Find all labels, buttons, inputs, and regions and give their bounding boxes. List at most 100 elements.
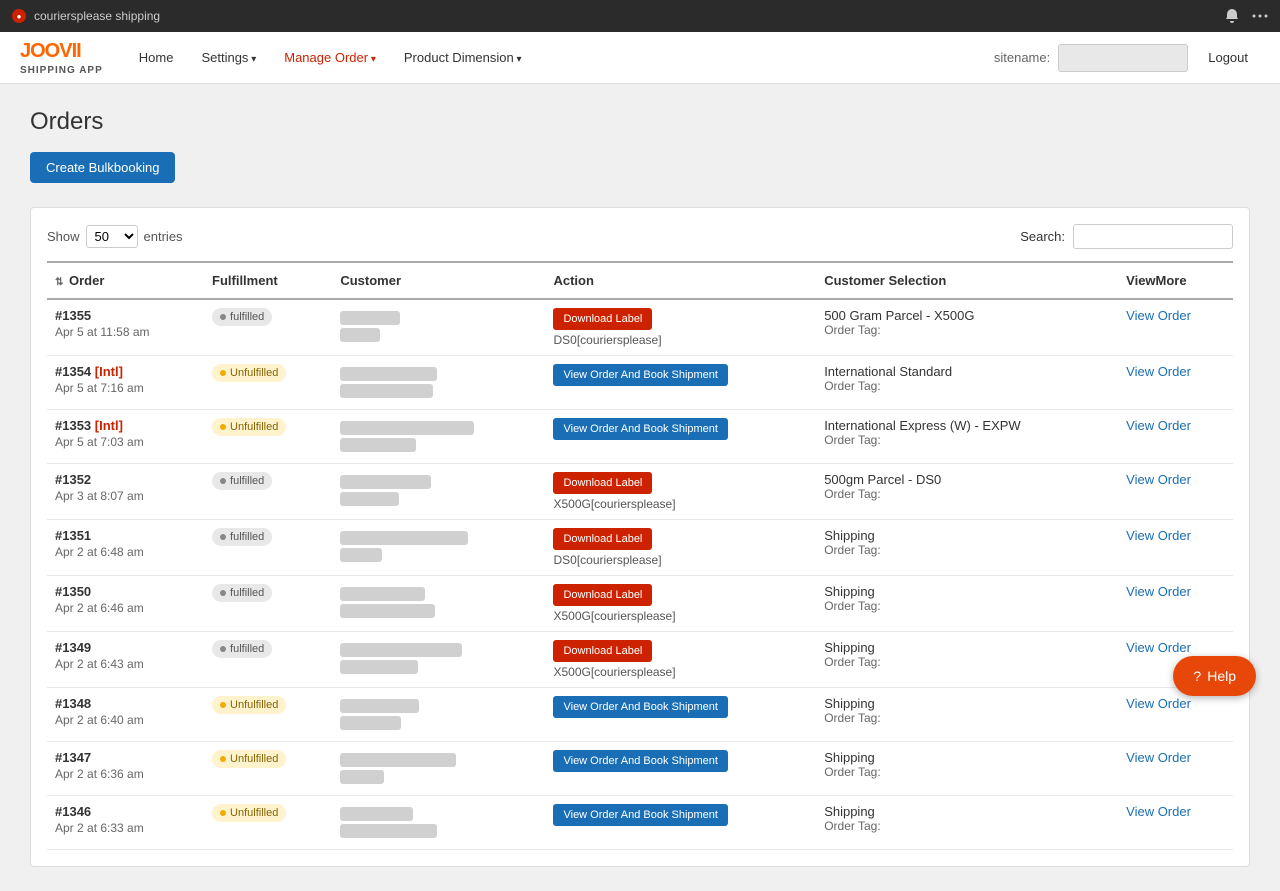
action-sub: X500G[couriersplease] bbox=[553, 609, 808, 623]
order-cell: #1352 Apr 3 at 8:07 am bbox=[47, 464, 204, 520]
create-bulkbooking-button[interactable]: Create Bulkbooking bbox=[30, 152, 175, 183]
view-order-link[interactable]: View Order bbox=[1126, 528, 1191, 543]
logout-button[interactable]: Logout bbox=[1196, 46, 1260, 69]
titlebar: ● couriersplease shipping bbox=[0, 0, 1280, 32]
status-badge: fulfilled bbox=[212, 584, 272, 602]
order-date: Apr 5 at 11:58 am bbox=[55, 325, 196, 339]
brand-logo: JOOVII bbox=[20, 40, 103, 63]
download-label-button[interactable]: Download Label bbox=[553, 472, 652, 494]
customer-bar-1 bbox=[340, 421, 474, 435]
col-viewmore: ViewMore bbox=[1118, 262, 1233, 299]
nav-home[interactable]: Home bbox=[127, 44, 186, 71]
order-date: Apr 2 at 6:48 am bbox=[55, 545, 196, 559]
customer-bar-1 bbox=[340, 367, 437, 381]
status-dot bbox=[220, 534, 226, 540]
nav-manage-order[interactable]: Manage Order bbox=[272, 44, 388, 71]
customer-bar-1 bbox=[340, 531, 468, 545]
download-label-button[interactable]: Download Label bbox=[553, 584, 652, 606]
order-cell: #1348 Apr 2 at 6:40 am bbox=[47, 688, 204, 742]
nav-product-dimension[interactable]: Product Dimension bbox=[392, 44, 534, 71]
view-order-link[interactable]: View Order bbox=[1126, 804, 1191, 819]
view-order-link[interactable]: View Order bbox=[1126, 584, 1191, 599]
order-date: Apr 2 at 6:40 am bbox=[55, 713, 196, 727]
sitename-input[interactable] bbox=[1058, 44, 1188, 72]
selection-sub: Order Tag: bbox=[824, 487, 1110, 501]
customer-bar-1 bbox=[340, 807, 413, 821]
view-book-shipment-button[interactable]: View Order And Book Shipment bbox=[553, 418, 728, 440]
titlebar-left: ● couriersplease shipping bbox=[12, 9, 160, 23]
sitename-label: sitename: bbox=[994, 50, 1050, 65]
help-button[interactable]: ? Help bbox=[1173, 656, 1256, 696]
order-id: #1355 bbox=[55, 308, 196, 323]
nav-settings[interactable]: Settings bbox=[189, 44, 268, 71]
order-date: Apr 5 at 7:16 am bbox=[55, 381, 196, 395]
action-sub: X500G[couriersplease] bbox=[553, 497, 808, 511]
customer-cell bbox=[332, 520, 545, 576]
col-order[interactable]: ⇅ Order bbox=[47, 262, 204, 299]
table-header: ⇅ Order Fulfillment Customer Action Cust… bbox=[47, 262, 1233, 299]
order-id: #1347 bbox=[55, 750, 196, 765]
customer-selection-cell: International Express (W) - EXPW Order T… bbox=[816, 410, 1118, 464]
entries-select[interactable]: 50 25 100 bbox=[86, 225, 138, 248]
action-cell: View Order And Book Shipment bbox=[545, 356, 816, 410]
customer-bar-1 bbox=[340, 753, 456, 767]
customer-bar-1 bbox=[340, 699, 419, 713]
viewmore-cell: View Order bbox=[1118, 520, 1233, 576]
table-row: #1350 Apr 2 at 6:46 am fulfilled Downloa… bbox=[47, 576, 1233, 632]
view-book-shipment-button[interactable]: View Order And Book Shipment bbox=[553, 804, 728, 826]
fulfillment-cell: fulfilled bbox=[204, 632, 332, 688]
more-icon[interactable] bbox=[1252, 8, 1268, 24]
customer-bar-2 bbox=[340, 492, 399, 506]
view-book-shipment-button[interactable]: View Order And Book Shipment bbox=[553, 696, 728, 718]
view-order-link[interactable]: View Order bbox=[1126, 418, 1191, 433]
customer-selection-cell: Shipping Order Tag: bbox=[816, 742, 1118, 796]
order-date: Apr 2 at 6:46 am bbox=[55, 601, 196, 615]
view-order-link[interactable]: View Order bbox=[1126, 696, 1191, 711]
show-entries: Show 50 25 100 entries bbox=[47, 225, 183, 248]
table-row: #1351 Apr 2 at 6:48 am fulfilled Downloa… bbox=[47, 520, 1233, 576]
table-row: #1354 [Intl] Apr 5 at 7:16 am Unfulfille… bbox=[47, 356, 1233, 410]
download-label-button[interactable]: Download Label bbox=[553, 640, 652, 662]
fulfillment-cell: fulfilled bbox=[204, 520, 332, 576]
selection-sub: Order Tag: bbox=[824, 379, 1110, 393]
customer-selection-cell: 500 Gram Parcel - X500G Order Tag: bbox=[816, 299, 1118, 356]
table-row: #1352 Apr 3 at 8:07 am fulfilled Downloa… bbox=[47, 464, 1233, 520]
view-book-shipment-button[interactable]: View Order And Book Shipment bbox=[553, 750, 728, 772]
download-label-button[interactable]: Download Label bbox=[553, 528, 652, 550]
selection-sub: Order Tag: bbox=[824, 819, 1110, 833]
table-row: #1347 Apr 2 at 6:36 am Unfulfilled View … bbox=[47, 742, 1233, 796]
customer-cell bbox=[332, 688, 545, 742]
view-order-link[interactable]: View Order bbox=[1126, 472, 1191, 487]
status-dot bbox=[220, 702, 226, 708]
customer-bar-2 bbox=[340, 328, 380, 342]
viewmore-cell: View Order bbox=[1118, 796, 1233, 850]
search-input[interactable] bbox=[1073, 224, 1233, 249]
customer-selection-cell: International Standard Order Tag: bbox=[816, 356, 1118, 410]
view-order-link[interactable]: View Order bbox=[1126, 364, 1191, 379]
bell-icon[interactable] bbox=[1224, 8, 1240, 24]
order-date: Apr 2 at 6:36 am bbox=[55, 767, 196, 781]
viewmore-cell: View Order bbox=[1118, 742, 1233, 796]
fulfillment-cell: Unfulfilled bbox=[204, 410, 332, 464]
customer-selection-cell: Shipping Order Tag: bbox=[816, 796, 1118, 850]
status-dot bbox=[220, 590, 226, 596]
view-book-shipment-button[interactable]: View Order And Book Shipment bbox=[553, 364, 728, 386]
table-controls: Show 50 25 100 entries Search: bbox=[47, 224, 1233, 249]
action-sub: X500G[couriersplease] bbox=[553, 665, 808, 679]
status-badge: fulfilled bbox=[212, 472, 272, 490]
status-badge: Unfulfilled bbox=[212, 750, 286, 768]
fulfillment-cell: Unfulfilled bbox=[204, 742, 332, 796]
nav-right: sitename: Logout bbox=[994, 44, 1260, 72]
download-label-button[interactable]: Download Label bbox=[553, 308, 652, 330]
status-dot bbox=[220, 314, 226, 320]
col-customer-selection: Customer Selection bbox=[816, 262, 1118, 299]
view-order-link[interactable]: View Order bbox=[1126, 640, 1191, 655]
action-cell: Download Label X500G[couriersplease] bbox=[545, 464, 816, 520]
status-badge: Unfulfilled bbox=[212, 418, 286, 436]
view-order-link[interactable]: View Order bbox=[1126, 308, 1191, 323]
customer-cell bbox=[332, 299, 545, 356]
view-order-link[interactable]: View Order bbox=[1126, 750, 1191, 765]
customer-bar-2 bbox=[340, 604, 435, 618]
customer-bar-2 bbox=[340, 660, 418, 674]
action-cell: Download Label DS0[couriersplease] bbox=[545, 520, 816, 576]
